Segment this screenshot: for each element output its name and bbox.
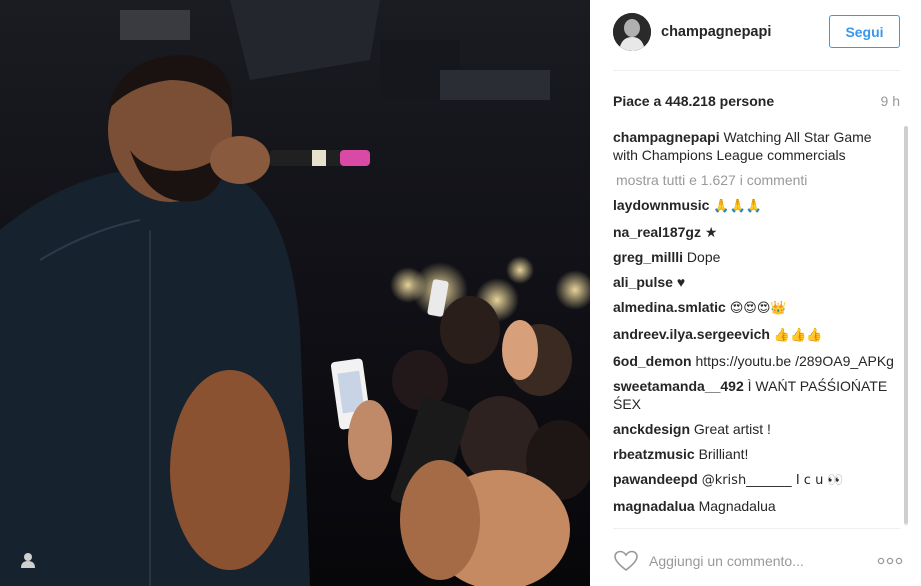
list-item: andreev.ilya.sergeevich 👍👍👍: [613, 325, 900, 345]
post-details-panel: champagnepapi Segui Piace a 448.218 pers…: [590, 0, 921, 586]
comment-text: Magnadalua: [698, 498, 776, 514]
comment-text: 😍😍😍👑: [729, 301, 787, 316]
avatar[interactable]: [613, 13, 651, 51]
list-item: ali_pulse ♥: [613, 273, 900, 291]
comment-username[interactable]: greg_millli: [613, 249, 683, 265]
comment-username[interactable]: 6od_demon: [613, 353, 692, 369]
comment-username[interactable]: magnadalua: [613, 498, 695, 514]
comment-username[interactable]: sweetamanda__492: [613, 378, 744, 394]
post-header: champagnepapi Segui: [590, 0, 921, 66]
comments-scrollbar[interactable]: [904, 126, 908, 526]
list-item: pawandeepd @krish_______ I c u 👀: [613, 470, 900, 490]
comment-username[interactable]: anckdesign: [613, 421, 690, 437]
heart-outline-icon[interactable]: [613, 549, 639, 573]
list-item: 6od_demon https://youtu.be /289OA9_APKg: [613, 352, 900, 370]
post-username[interactable]: champagnepapi: [661, 24, 771, 40]
comment-text: Brilliant!: [698, 446, 749, 462]
add-comment-input[interactable]: [649, 549, 849, 573]
comment-text: @krish_______ I c u 👀: [701, 473, 844, 488]
list-item: sweetamanda__492 Ì WAŃT PAŚŚIOŃATE ŚEX: [613, 377, 900, 413]
post-timestamp[interactable]: 9 h: [881, 93, 900, 109]
list-item: laydownmusic 🙏🙏🙏: [613, 196, 900, 216]
concert-photo: [0, 0, 590, 586]
comment-text: Great artist !: [693, 421, 771, 437]
comment-username[interactable]: pawandeepd: [613, 471, 698, 487]
list-item: greg_millli Dope: [613, 248, 900, 266]
comment-username[interactable]: na_real187gz: [613, 224, 701, 240]
comment-text: ★: [704, 224, 718, 240]
comment-text: ♥: [676, 274, 686, 290]
comment-text: Dope: [686, 249, 721, 265]
list-item: anckdesign Great artist !: [613, 420, 900, 438]
list-item: na_real187gz ★: [613, 223, 900, 241]
show-all-comments-link[interactable]: mostra tutti e 1.627 i commenti: [613, 171, 900, 189]
comment-username[interactable]: almedina.smlatic: [613, 299, 726, 315]
comment-username[interactable]: champagnepapi: [613, 129, 720, 145]
comment-username[interactable]: rbeatzmusic: [613, 446, 695, 462]
scrollbar-thumb[interactable]: [904, 126, 908, 524]
list-item: rbeatzmusic Brilliant!: [613, 445, 900, 463]
comment-link[interactable]: https://youtu.be /289OA9_APKg: [695, 353, 893, 369]
post-photo[interactable]: [0, 0, 590, 586]
instagram-post-modal: champagnepapi Segui Piace a 448.218 pers…: [0, 0, 921, 586]
person-icon[interactable]: [18, 550, 38, 570]
likes-count[interactable]: Piace a 448.218 persone: [613, 93, 774, 109]
caption: champagnepapi Watching All Star Game wit…: [613, 128, 900, 164]
comment-text: 👍👍👍: [773, 328, 823, 343]
comment-text: 🙏🙏🙏: [713, 199, 762, 214]
divider: [613, 70, 900, 71]
follow-button[interactable]: Segui: [829, 15, 900, 48]
comment-username[interactable]: laydownmusic: [613, 197, 709, 213]
list-item: almedina.smlatic 😍😍😍👑: [613, 298, 900, 318]
comments-list[interactable]: champagnepapi Watching All Star Game wit…: [613, 128, 900, 526]
list-item: magnadalua Magnadalua: [613, 497, 900, 515]
comment-username[interactable]: ali_pulse: [613, 274, 673, 290]
divider: [613, 528, 900, 529]
comment-username[interactable]: andreev.ilya.sergeevich: [613, 326, 770, 342]
post-actions: [590, 540, 921, 586]
ellipsis-icon[interactable]: [877, 554, 903, 566]
